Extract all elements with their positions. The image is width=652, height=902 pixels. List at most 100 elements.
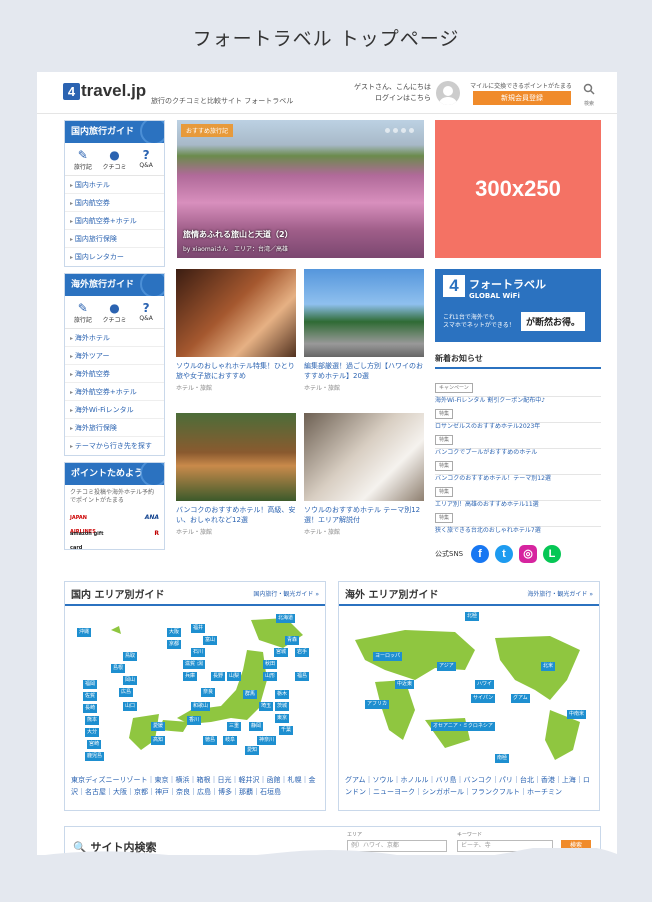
region-label-12[interactable]: 南極 xyxy=(495,754,510,763)
domestic-popular-links[interactable]: 東京ディズニーリゾート｜東京｜横浜｜箱根｜日光｜軽井沢｜函館｜札幌｜金沢｜名古屋… xyxy=(65,770,325,802)
twitter-icon[interactable]: t xyxy=(495,545,513,563)
area-label-35[interactable]: 広島 xyxy=(119,688,134,697)
news-text[interactable]: 狭く旅できる台北のおしゃれホテル7選 xyxy=(435,525,601,534)
area-label-19[interactable]: 東京 xyxy=(275,714,290,723)
region-label-4[interactable]: 中近東 xyxy=(395,680,415,689)
area-label-28[interactable]: 兵庫 xyxy=(183,672,198,681)
domestic-guide-link[interactable]: 国内旅行・観光ガイド » xyxy=(253,589,319,598)
area-label-38[interactable]: 徳島 xyxy=(203,736,218,745)
area-label-6[interactable]: 青森 xyxy=(285,636,300,645)
area-label-24[interactable]: 岐阜 xyxy=(223,736,238,745)
carousel-dots[interactable] xyxy=(385,128,414,133)
points-header[interactable]: ポイントためよう xyxy=(65,463,164,485)
region-label-1[interactable]: 北極 xyxy=(465,612,480,621)
area-label-18[interactable]: 埼玉 xyxy=(259,702,274,711)
area-label-27[interactable]: 大阪 xyxy=(167,628,182,637)
area-label-25[interactable]: 三重 xyxy=(227,722,242,731)
region-label-2[interactable]: ヨーロッパ xyxy=(373,652,403,661)
area-label-2[interactable]: 沖縄 xyxy=(77,628,92,637)
article-title[interactable]: ソウルのおすすめホテル テーマ別12選！エリア解説付 xyxy=(304,505,424,525)
sidebar-item[interactable]: 国内レンタカー xyxy=(65,248,164,266)
region-label-10[interactable]: 中南米 xyxy=(567,710,587,719)
region-label-7[interactable]: ハワイ xyxy=(475,680,495,689)
area-label-31[interactable]: 滋賀 xyxy=(183,660,198,669)
sidebar-item[interactable]: 国内航空券 xyxy=(65,194,164,212)
area-label-16[interactable]: 栃木 xyxy=(275,690,290,699)
overseas-guide-link[interactable]: 海外旅行・観光ガイド » xyxy=(527,589,593,598)
area-label-7[interactable]: 山形 xyxy=(263,672,278,681)
area-label-1[interactable]: 北海道 xyxy=(276,614,296,623)
area-label-12[interactable]: 福井 xyxy=(191,624,206,633)
domestic-review-link[interactable]: ● クチコミ xyxy=(99,148,129,171)
domestic-guide-header[interactable]: 国内旅行ガイド xyxy=(65,121,164,143)
region-label-6[interactable]: アフリカ xyxy=(365,700,390,709)
article-title[interactable]: 編集部厳選！過ごし方別【ハワイのおすすめホテル】20選 xyxy=(304,361,424,381)
article-card[interactable]: ソウルのおすすめホテル テーマ別12選！エリア解説付 ホテル・旅館 xyxy=(304,413,424,536)
area-label-44[interactable]: 熊本 xyxy=(85,716,100,725)
global-wifi-banner[interactable]: 4 フォートラベル GLOBAL WiFi これ1台で海外でも スマホでネットがで… xyxy=(435,269,601,342)
article-card[interactable]: 編集部厳選！過ごし方別【ハワイのおすすめホテル】20選 ホテル・旅館 xyxy=(304,269,424,392)
area-label-29[interactable]: 奈良 xyxy=(201,688,216,697)
area-label-14[interactable]: 山梨 xyxy=(227,672,242,681)
region-label-3[interactable]: アジア xyxy=(437,662,456,671)
region-label-5[interactable]: 北米 xyxy=(541,662,556,671)
area-label-5[interactable]: 秋田 xyxy=(263,660,278,669)
domestic-travelogue-link[interactable]: ✎ 旅行記 xyxy=(68,148,98,171)
register-button[interactable]: 新規会員登録 xyxy=(473,91,571,105)
region-label-8[interactable]: サイパン xyxy=(471,694,496,703)
sidebar-item[interactable]: 海外旅行保険 xyxy=(65,419,164,437)
overseas-review-link[interactable]: ● クチコミ xyxy=(99,301,129,324)
sidebar-item[interactable]: 国内ホテル xyxy=(65,176,164,194)
area-label-41[interactable]: 福岡 xyxy=(83,680,98,689)
overseas-popular-links[interactable]: グアム｜ソウル｜ホノルル｜バリ島｜バンコク｜パリ｜台北｜香港｜上海｜ロンドン｜ニ… xyxy=(339,770,599,802)
area-label-11[interactable]: 富山 xyxy=(203,636,218,645)
area-label-32[interactable]: 鳥取 xyxy=(123,652,138,661)
region-label-9[interactable]: グアム xyxy=(511,694,530,703)
area-label-33[interactable]: 島根 xyxy=(111,664,126,673)
sidebar-item[interactable]: 海外ホテル xyxy=(65,329,164,347)
area-label-39[interactable]: 愛媛 xyxy=(151,722,166,731)
area-label-45[interactable]: 大分 xyxy=(85,728,100,737)
area-label-40[interactable]: 高知 xyxy=(151,736,166,745)
area-label-21[interactable]: 神奈川 xyxy=(257,736,277,745)
domestic-qa-link[interactable]: ? Q&A xyxy=(131,148,161,171)
sidebar-item[interactable]: 海外Wi-Fiレンタル xyxy=(65,401,164,419)
article-title[interactable]: ソウルのおしゃれホテル特集！ひとり旅や女子旅におすすめ xyxy=(176,361,296,381)
area-label-26[interactable]: 京都 xyxy=(167,640,182,649)
area-label-15[interactable]: 群馬 xyxy=(243,690,258,699)
region-label-11[interactable]: オセアニア・ミクロネシア xyxy=(431,722,495,731)
avatar[interactable] xyxy=(436,81,460,105)
area-label-42[interactable]: 佐賀 xyxy=(83,692,98,701)
area-label-22[interactable]: 静岡 xyxy=(249,722,264,731)
area-label-23[interactable]: 愛知 xyxy=(245,746,260,755)
area-label-46[interactable]: 宮崎 xyxy=(87,740,102,749)
login-link[interactable]: ログインはこちら xyxy=(335,93,431,104)
header-search[interactable]: 検索 xyxy=(581,80,597,107)
area-label-47[interactable]: 鹿児島 xyxy=(85,752,105,761)
instagram-icon[interactable]: ◎ xyxy=(519,545,537,563)
overseas-qa-link[interactable]: ? Q&A xyxy=(131,301,161,324)
news-item[interactable]: キャンペーン 海外Wi-Fiレンタル 割引クーポン配布中♪ xyxy=(435,371,601,404)
sidebar-item[interactable]: 海外航空券 xyxy=(65,365,164,383)
logo[interactable]: 4 travel.jp xyxy=(63,81,146,101)
sidebar-item[interactable]: 海外ツアー xyxy=(65,347,164,365)
area-label-30[interactable]: 和歌山 xyxy=(191,702,211,711)
area-label-10[interactable]: 石川 xyxy=(191,648,206,657)
ad-placeholder[interactable]: 300x250 xyxy=(435,120,601,258)
area-label-20[interactable]: 千葉 xyxy=(279,726,294,735)
article-title[interactable]: バンコクのおすすめホテル！高級、安い、おしゃれなど12選 xyxy=(176,505,296,525)
area-label-4[interactable]: 岩手 xyxy=(295,648,310,657)
sidebar-item[interactable]: 国内旅行保険 xyxy=(65,230,164,248)
area-label-34[interactable]: 岡山 xyxy=(123,676,138,685)
area-label-17[interactable]: 茨城 xyxy=(275,702,290,711)
guest-greeting[interactable]: ゲストさん、こんにちは ログインはこちら xyxy=(335,82,431,104)
area-label-37[interactable]: 香川 xyxy=(187,716,202,725)
sidebar-item[interactable]: テーマから行き先を探す xyxy=(65,437,164,455)
article-card[interactable]: バンコクのおすすめホテル！高級、安い、おしゃれなど12選 ホテル・旅館 xyxy=(176,413,296,536)
area-label-8[interactable]: 福島 xyxy=(295,672,310,681)
sidebar-item[interactable]: 海外航空券+ホテル xyxy=(65,383,164,401)
area-label-36[interactable]: 山口 xyxy=(123,702,138,711)
facebook-icon[interactable]: f xyxy=(471,545,489,563)
sidebar-item[interactable]: 国内航空券+ホテル xyxy=(65,212,164,230)
article-card[interactable]: ソウルのおしゃれホテル特集！ひとり旅や女子旅におすすめ ホテル・旅館 xyxy=(176,269,296,392)
